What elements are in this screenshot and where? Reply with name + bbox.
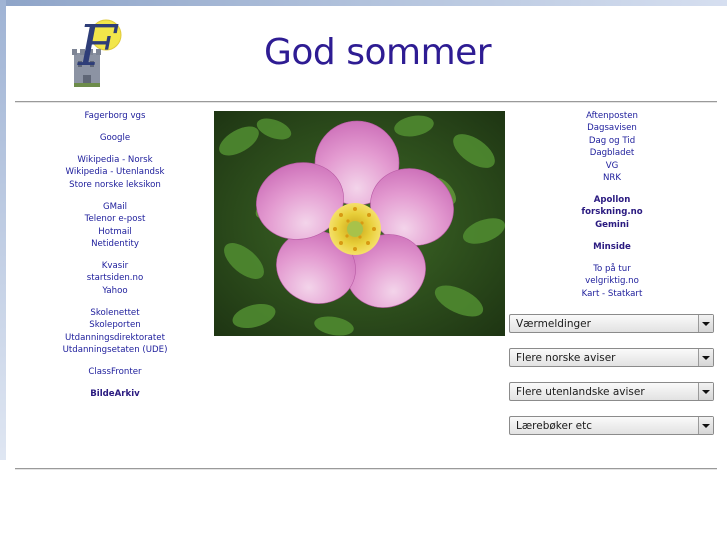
nav-link[interactable]: Skolenettet	[60, 307, 170, 319]
link-group-spacer	[60, 250, 170, 260]
school-logo[interactable]: F	[66, 15, 124, 89]
nav-link[interactable]: GMail	[60, 201, 170, 213]
nav-link[interactable]: Wikipedia - Norsk	[60, 154, 170, 166]
nav-link[interactable]: NRK	[560, 172, 664, 184]
dropdown-selected: Flere norske aviser	[516, 352, 616, 364]
dropdown-selected: Værmeldinger	[516, 318, 591, 330]
nav-link[interactable]: Yahoo	[60, 285, 170, 297]
link-group-spacer	[60, 378, 170, 388]
chevron-down-icon[interactable]	[698, 315, 713, 332]
nav-link[interactable]: Utdanningsetaten (UDE)	[60, 344, 170, 356]
nav-link[interactable]: Netidentity	[60, 238, 170, 250]
bottom-divider	[15, 468, 717, 470]
textbooks-dropdown[interactable]: Lærebøker etc	[509, 416, 714, 435]
nav-link[interactable]: Kart - Statkart	[560, 288, 664, 300]
link-group-spacer	[560, 184, 664, 194]
norwegian-newspapers-dropdown[interactable]: Flere norske aviser	[509, 348, 714, 367]
nav-link[interactable]: Dag og Tid	[560, 135, 664, 147]
chevron-down-icon[interactable]	[698, 417, 713, 434]
logo-letter: F	[78, 14, 117, 79]
nav-link[interactable]: Kvasir	[60, 260, 170, 272]
link-group-spacer	[60, 356, 170, 366]
link-group-spacer	[60, 122, 170, 132]
link-group-spacer	[560, 253, 664, 263]
dropdown-selected: Flere utenlandske aviser	[516, 386, 645, 398]
nav-link[interactable]: BildeArkiv	[60, 388, 170, 400]
nav-link[interactable]: Gemini	[560, 219, 664, 231]
nav-link[interactable]: Aftenposten	[560, 110, 664, 122]
page-frame-left	[0, 0, 6, 460]
nav-link[interactable]: Google	[60, 132, 170, 144]
nav-link[interactable]: Utdanningsdirektoratet	[60, 332, 170, 344]
nav-link[interactable]: Skoleporten	[60, 319, 170, 331]
nav-link[interactable]: To på tur	[560, 263, 664, 275]
link-group-spacer	[60, 191, 170, 201]
nav-link[interactable]: Hotmail	[60, 226, 170, 238]
nav-link[interactable]: ClassFronter	[60, 366, 170, 378]
nav-link[interactable]: VG	[560, 160, 664, 172]
link-group-spacer	[560, 231, 664, 241]
nav-link[interactable]: Store norske leksikon	[60, 179, 170, 191]
nav-link[interactable]: Minside	[560, 241, 664, 253]
chevron-down-icon[interactable]	[698, 349, 713, 366]
nav-link[interactable]: Telenor e-post	[60, 213, 170, 225]
top-divider	[15, 101, 717, 103]
nav-link[interactable]: Dagbladet	[560, 147, 664, 159]
nav-link[interactable]: startsiden.no	[60, 272, 170, 284]
left-link-column: Fagerborg vgs Google Wikipedia - Norsk Wiki…	[60, 110, 170, 400]
nav-link[interactable]: Wikipedia - Utenlandsk	[60, 166, 170, 178]
nav-link[interactable]: Fagerborg vgs	[60, 110, 170, 122]
link-group-spacer	[60, 144, 170, 154]
nav-link[interactable]: velgriktig.no	[560, 275, 664, 287]
weather-dropdown[interactable]: Værmeldinger	[509, 314, 714, 333]
foreign-newspapers-dropdown[interactable]: Flere utenlandske aviser	[509, 382, 714, 401]
page-title: God sommer	[264, 32, 492, 73]
link-group-spacer	[60, 297, 170, 307]
nav-link[interactable]: Apollon	[560, 194, 664, 206]
page-frame-top	[0, 0, 727, 6]
nav-link[interactable]: Dagsavisen	[560, 122, 664, 134]
nav-link[interactable]: forskning.no	[560, 206, 664, 218]
chevron-down-icon[interactable]	[698, 383, 713, 400]
right-link-column: Aftenposten Dagsavisen Dag og Tid Dagbladet…	[560, 110, 664, 300]
dropdown-selected: Lærebøker etc	[516, 420, 592, 432]
flower-photo	[214, 111, 505, 336]
